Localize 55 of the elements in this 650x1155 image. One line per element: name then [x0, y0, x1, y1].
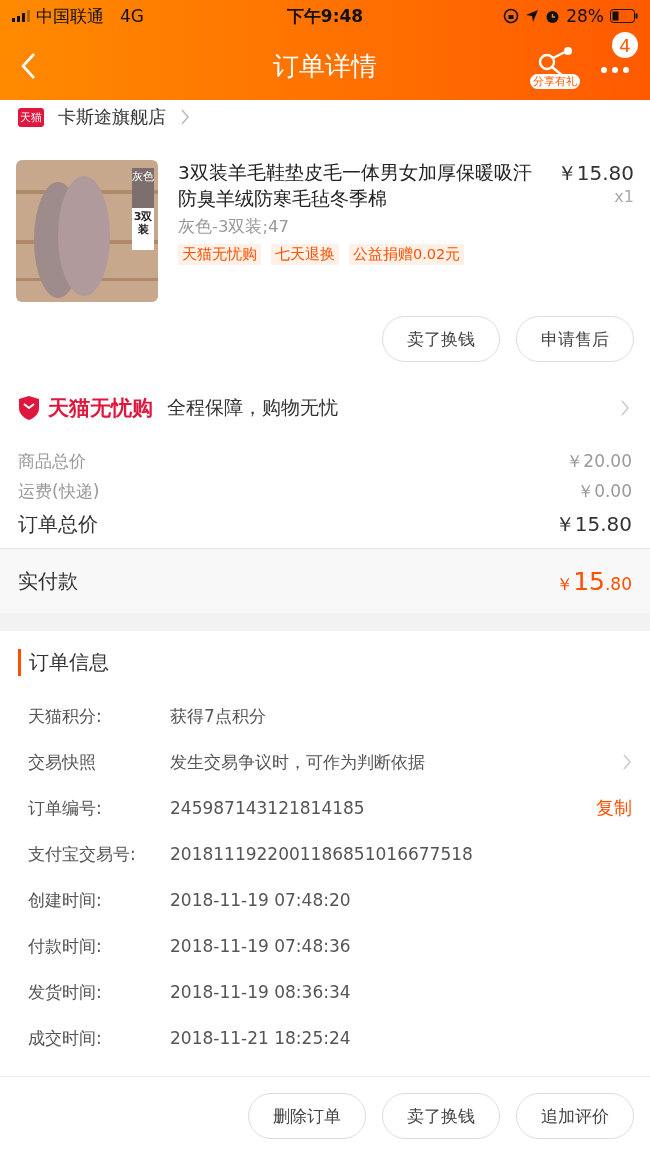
battery-percent: 28%	[566, 6, 604, 26]
info-value: 2018111922001186851016677518	[170, 844, 473, 864]
status-time: 下午9:48	[286, 4, 364, 28]
battery-icon	[610, 9, 638, 23]
info-label: 天猫积分:	[28, 704, 103, 728]
service-tag: 天猫无忧购	[178, 244, 261, 265]
action-button[interactable]: 卖了换钱	[382, 1093, 500, 1139]
product-title[interactable]: 3双装羊毛鞋垫皮毛一体男女加厚保暖吸汗防臭羊绒防寒毛毡冬季棉	[178, 160, 545, 212]
cost-label: 订单总价	[18, 510, 98, 538]
rotation-lock-icon	[503, 8, 520, 24]
cost-value: ￥0.00	[577, 479, 632, 503]
info-label: 发货时间:	[28, 980, 103, 1004]
action-button[interactable]: 删除订单	[248, 1093, 366, 1139]
action-button[interactable]: 申请售后	[516, 316, 634, 362]
info-label: 支付宝交易号:	[28, 842, 137, 866]
signal-icon	[12, 10, 30, 22]
cost-label: 运费(快递)	[18, 479, 100, 503]
service-tag: 公益捐赠0.02元	[349, 244, 465, 265]
info-label: 订单编号:	[28, 796, 103, 820]
info-value: 2018-11-19 07:48:36	[170, 936, 351, 956]
location-arrow-icon	[525, 9, 540, 23]
info-label: 付款时间:	[28, 934, 103, 958]
info-value: 获得7点积分	[170, 704, 266, 728]
info-label: 成交时间:	[28, 1026, 103, 1050]
notification-badge: 4	[612, 32, 638, 58]
cost-value: ￥20.00	[566, 449, 632, 473]
section-title: 订单信息	[18, 648, 109, 676]
info-label: 创建时间:	[28, 888, 103, 912]
network-type: 4G	[120, 6, 144, 26]
info-label: 交易快照	[28, 750, 97, 774]
chevron-right-icon	[620, 399, 630, 417]
paid-amount: ￥15.80	[556, 566, 632, 596]
info-value: 2018-11-21 18:25:24	[170, 1028, 351, 1048]
service-tag: 七天退换	[271, 244, 339, 265]
back-button[interactable]	[20, 52, 36, 80]
store-link[interactable]: 天猫 卡斯途旗舰店	[0, 100, 650, 134]
paid-label: 实付款	[18, 567, 78, 595]
product-sku: 灰色-3双装;47	[178, 216, 290, 238]
more-button[interactable]	[600, 66, 630, 74]
cost-label: 商品总价	[18, 449, 86, 473]
info-value: 2018-11-19 07:48:20	[170, 890, 351, 910]
product-quantity: x1	[614, 187, 634, 206]
chevron-right-icon	[180, 108, 190, 126]
shield-icon	[18, 396, 40, 420]
info-value: 245987143121814185	[170, 798, 365, 818]
product-price: ￥15.80	[556, 160, 634, 187]
guarantee-link[interactable]: 天猫无忧购 全程保障，购物无忧	[0, 370, 650, 446]
cost-value: ￥15.80	[554, 510, 632, 538]
alarm-icon	[545, 8, 561, 24]
action-button[interactable]: 卖了换钱	[382, 316, 500, 362]
carrier-name: 中国联通	[36, 4, 104, 28]
info-value: 2018-11-19 08:36:34	[170, 982, 351, 1002]
info-value: 发生交易争议时，可作为判断依据	[170, 750, 425, 774]
action-button[interactable]: 追加评价	[516, 1093, 634, 1139]
page-title: 订单详情	[272, 49, 378, 83]
